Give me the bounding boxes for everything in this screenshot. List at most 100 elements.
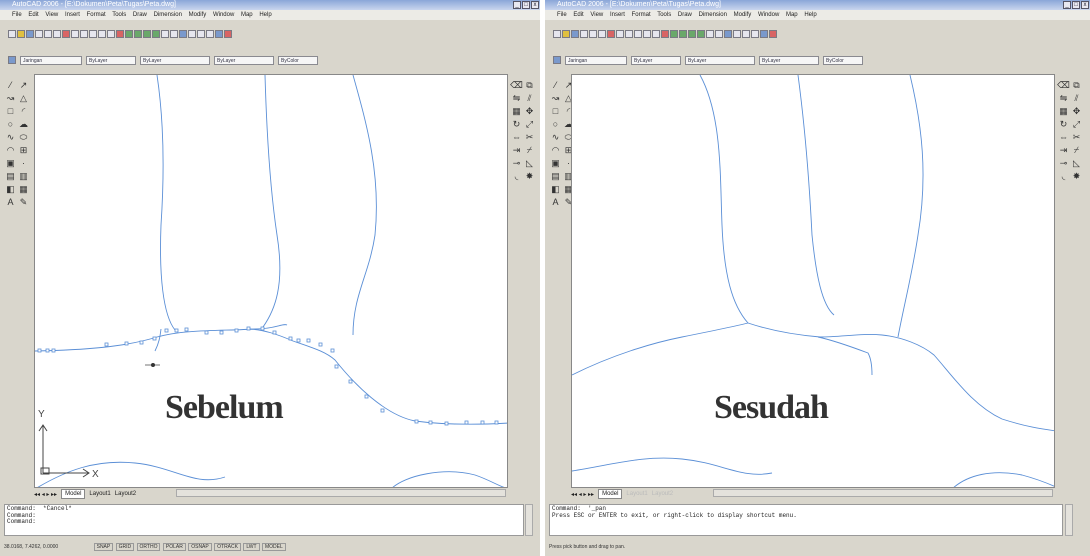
lineweight-select[interactable]: ByLayer [214,55,274,65]
grip[interactable] [37,348,42,353]
grip[interactable] [444,421,449,426]
polyline-icon[interactable]: ↝ [4,93,17,106]
horizontal-scrollbar[interactable] [176,489,506,497]
new-file-icon[interactable] [553,30,561,38]
region-icon[interactable]: ◧ [549,184,562,197]
menu-file[interactable]: File [557,12,567,18]
plotstyle-select[interactable]: ByColor [823,55,863,65]
linetype-select[interactable]: ByLayer [685,55,755,65]
calculator-icon[interactable] [706,30,714,38]
menu-edit[interactable]: Edit [28,12,38,18]
offset-icon[interactable]: ⫽ [1070,93,1083,106]
join-icon[interactable]: ⊸ [1057,158,1070,171]
polyline-icon[interactable]: ↝ [549,93,562,106]
menu-dimension[interactable]: Dimension [154,12,182,18]
erase-icon[interactable]: ⌫ [510,80,523,93]
menu-edit[interactable]: Edit [573,12,583,18]
design-center-icon[interactable] [116,30,124,38]
menu-tools[interactable]: Tools [657,12,671,18]
explode-icon[interactable]: ✸ [1070,171,1083,184]
drawing-canvas[interactable]: Y X Sebelum [34,74,508,488]
chamfer-icon[interactable]: ◺ [523,158,536,171]
markup-icon[interactable] [697,30,705,38]
grip[interactable] [152,336,157,341]
grip[interactable] [204,330,209,335]
zoom-realtime-icon[interactable] [179,30,187,38]
ellipse-icon[interactable]: ⬭ [17,132,30,145]
match-properties-icon[interactable] [89,30,97,38]
stretch-icon[interactable]: ⇔ [510,132,523,145]
grip[interactable] [234,328,239,333]
preview-icon[interactable] [589,30,597,38]
zoom-extents-icon[interactable] [206,30,214,38]
cut-icon[interactable] [62,30,70,38]
undo-icon[interactable] [643,30,651,38]
circle-icon[interactable]: ○ [4,119,17,132]
menu-window[interactable]: Window [758,12,779,18]
break-icon[interactable]: ⌿ [1070,145,1083,158]
menu-insert[interactable]: Insert [610,12,625,18]
copy-object-icon[interactable]: ⧉ [1070,80,1083,93]
color-select[interactable]: ByLayer [631,55,681,65]
command-scrollbar[interactable] [1065,504,1073,536]
grip[interactable] [464,420,469,425]
command-window[interactable]: Command: '_pan Press ESC or ENTER to exi… [549,504,1063,536]
design-center-icon[interactable] [661,30,669,38]
cut-icon[interactable] [607,30,615,38]
offset-icon[interactable]: ⫽ [523,93,536,106]
grip[interactable] [246,326,251,331]
tab-layout1[interactable]: Layout1 [89,491,110,497]
pan-icon[interactable] [170,30,178,38]
insert-block-icon[interactable]: ⊞ [17,145,30,158]
grip[interactable] [348,379,353,384]
ortho-toggle[interactable]: ORTHO [136,543,161,551]
grip[interactable] [480,420,485,425]
grip[interactable] [380,408,385,413]
grip[interactable] [260,326,265,331]
model-toggle[interactable]: MODEL [261,543,286,551]
menu-modify[interactable]: Modify [734,12,752,18]
maximize-button[interactable]: □ [522,1,530,9]
redo-icon[interactable] [107,30,115,38]
minimize-button[interactable]: _ [1063,1,1071,9]
tab-layout2[interactable]: Layout2 [652,491,673,497]
rotate-icon[interactable]: ↻ [1057,119,1070,132]
hatch-icon[interactable]: ▤ [549,171,562,184]
preview-icon[interactable] [44,30,52,38]
tab-layout2[interactable]: Layout2 [115,491,136,497]
tool-palette-icon[interactable] [679,30,687,38]
ellipse-arc-icon[interactable]: ◠ [4,145,17,158]
menu-dimension[interactable]: Dimension [699,12,727,18]
menu-map[interactable]: Map [241,12,253,18]
save-icon[interactable] [26,30,34,38]
plotstyle-select[interactable]: ByColor [278,55,318,65]
rectangle-icon[interactable]: □ [4,106,17,119]
circle-icon[interactable]: ○ [549,119,562,132]
grip[interactable] [139,340,144,345]
menu-draw[interactable]: Draw [133,12,147,18]
spline-icon[interactable]: ∿ [549,132,562,145]
tab-model[interactable]: Model [598,489,623,499]
menu-format[interactable]: Format [632,12,651,18]
menu-help[interactable]: Help [804,12,816,18]
move-icon[interactable]: ✥ [1070,106,1083,119]
grip[interactable] [494,420,499,425]
menu-view[interactable]: View [590,12,603,18]
revcloud-icon[interactable]: ☁ [17,119,30,132]
grip[interactable] [219,330,224,335]
publish-icon[interactable] [598,30,606,38]
layer-select[interactable]: Jaringan [20,55,82,65]
grip[interactable] [334,364,339,369]
menu-map[interactable]: Map [786,12,798,18]
join-icon[interactable]: ⊸ [510,158,523,171]
help-icon[interactable] [769,30,777,38]
grip[interactable] [318,342,323,347]
lwt-toggle[interactable]: LWT [243,543,260,551]
menu-modify[interactable]: Modify [189,12,207,18]
array-icon[interactable]: ▦ [510,106,523,119]
command-window[interactable]: Command: *Cancel* Command: Command: [4,504,524,536]
trim-icon[interactable]: ✂ [1070,132,1083,145]
close-button[interactable]: x [1081,1,1089,9]
horizontal-scrollbar[interactable] [713,489,1053,497]
fillet-icon[interactable]: ◟ [1057,171,1070,184]
